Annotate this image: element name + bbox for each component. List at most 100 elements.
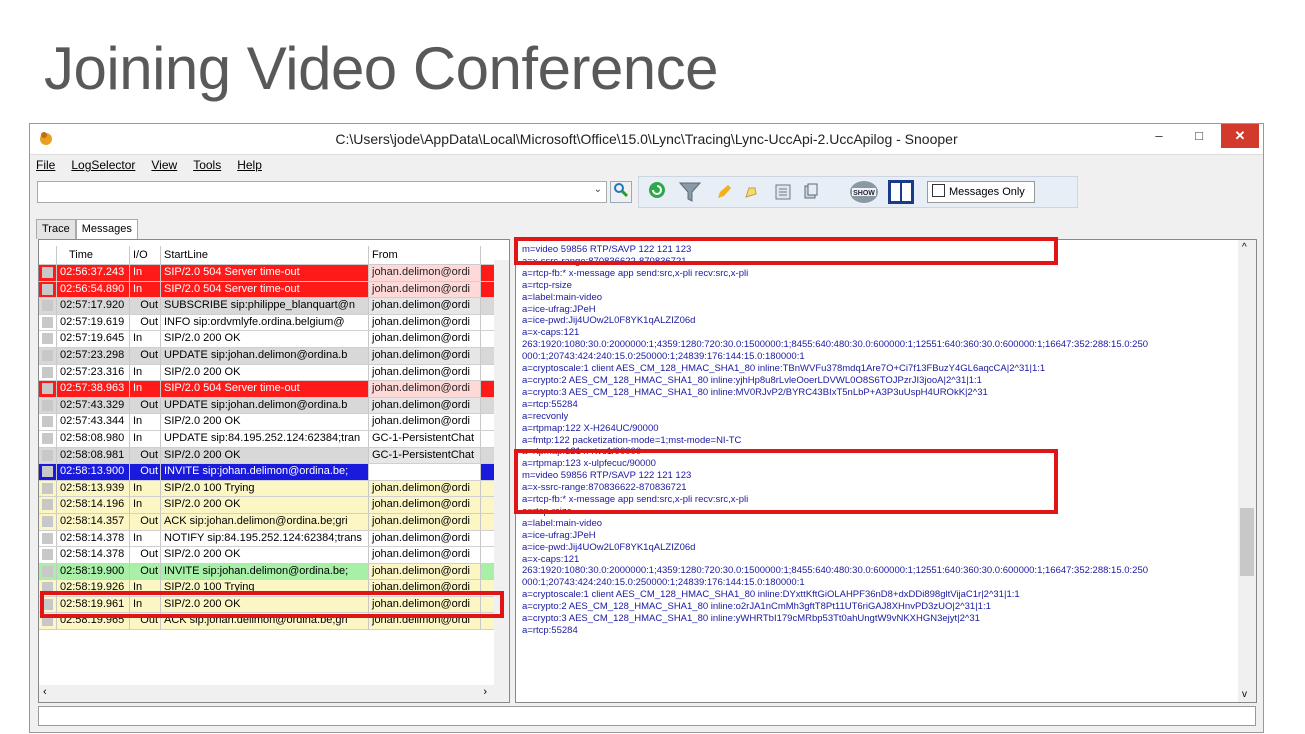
highlight-mline-top (514, 237, 1058, 265)
table-row[interactable]: 02:58:14.378 Out SIP/2.0 200 OK johan.delim… (39, 547, 509, 564)
table-row[interactable]: 02:57:23.298 Out UPDATE sip:johan.delimon@… (39, 347, 509, 365)
table-row[interactable]: 02:58:19.900 Out INVITE sip:johan.delimon@… (39, 563, 509, 581)
cell-startline: SIP/2.0 200 OK (161, 497, 369, 513)
sdp-line: a=x-caps:121 (522, 553, 580, 565)
chevron-down-icon[interactable]: ⌄ (594, 184, 602, 195)
horizontal-scrollbar[interactable]: ‹ › (39, 685, 509, 702)
scroll-down-icon[interactable]: v (1242, 689, 1247, 700)
clear-highlight-button[interactable] (740, 182, 762, 204)
show-button[interactable]: SHOW (848, 178, 878, 206)
cell-from: johan.delimon@ordi (369, 513, 481, 530)
tab-messages[interactable]: Messages (75, 219, 138, 239)
refresh-icon (649, 182, 665, 198)
split-view-button[interactable] (886, 178, 916, 206)
detail-vertical-scrollbar[interactable]: ^ v (1238, 240, 1256, 702)
cell-from: johan.delimon@ordi (369, 414, 481, 430)
scroll-right-icon[interactable]: › (483, 686, 487, 698)
table-row[interactable]: 02:57:43.344 In SIP/2.0 200 OK johan.delimo… (39, 414, 509, 431)
cell-time: 02:57:43.344 (57, 414, 130, 430)
table-row[interactable]: 02:58:08.981 Out SIP/2.0 200 OK GC-1-Persis… (39, 447, 509, 465)
header-from[interactable]: From (369, 246, 481, 264)
row-marker (42, 333, 53, 345)
sdp-line: a=crypto:3 AES_CM_128_HMAC_SHA1_80 inlin… (522, 386, 988, 398)
cell-startline: SIP/2.0 200 OK (161, 331, 369, 347)
menu-help[interactable]: Help (237, 158, 262, 172)
row-marker (42, 466, 53, 478)
table-row[interactable]: 02:56:37.243 In SIP/2.0 504 Server time-ou… (39, 265, 509, 282)
table-row[interactable]: 02:57:19.619 Out INFO sip:ordvmlyfe.ordina… (39, 314, 509, 332)
table-row[interactable]: 02:57:17.920 Out SUBSCRIBE sip:philippe_bl… (39, 298, 509, 315)
close-button[interactable]: ✕ (1221, 124, 1259, 148)
table-row[interactable]: 02:57:23.316 In SIP/2.0 200 OK johan.delimo… (39, 364, 509, 382)
scrollbar-thumb[interactable] (1240, 508, 1254, 576)
tab-trace[interactable]: Trace (36, 219, 76, 239)
menu-logselector[interactable]: LogSelector (71, 158, 135, 172)
row-selector (39, 563, 57, 580)
sdp-line: a=recvonly (522, 410, 569, 422)
row-marker (42, 300, 53, 312)
table-row[interactable]: 02:57:19.645 In SIP/2.0 200 OK johan.delimo… (39, 331, 509, 348)
row-selector (39, 447, 57, 464)
maximize-button[interactable]: □ (1179, 124, 1219, 148)
table-row[interactable]: 02:58:13.900 Out INVITE sip:johan.delimon@… (39, 464, 509, 481)
messages-only-checkbox[interactable]: Messages Only (927, 181, 1035, 203)
table-row[interactable]: 02:58:14.378 In NOTIFY sip:84.195.252.124:… (39, 530, 509, 548)
refresh-button[interactable] (644, 179, 670, 205)
filter-button[interactable] (676, 178, 704, 206)
cell-time: 02:58:14.196 (57, 497, 130, 513)
menu-tools[interactable]: Tools (193, 158, 221, 172)
cell-from: johan.delimon@ordi (369, 563, 481, 580)
row-marker (42, 499, 53, 511)
scroll-up-icon[interactable]: ^ (1242, 242, 1247, 253)
sdp-line: a=rtcp:55284 (522, 398, 578, 410)
scroll-left-icon[interactable]: ‹ (43, 686, 47, 698)
menu-file[interactable]: File (36, 158, 55, 172)
row-selector (39, 281, 57, 298)
row-selector (39, 480, 57, 497)
cell-time: 02:57:19.619 (57, 314, 130, 331)
minimize-button[interactable]: – (1139, 124, 1179, 148)
cell-io: In (130, 414, 161, 430)
row-selector (39, 347, 57, 364)
highlight-button[interactable] (713, 182, 735, 204)
header-io[interactable]: I/O (130, 246, 161, 264)
show-icon: SHOW (850, 181, 878, 203)
cell-from: johan.delimon@ordi (369, 281, 481, 298)
cell-startline: UPDATE sip:johan.delimon@ordina.b (161, 397, 369, 414)
cell-io: Out (130, 298, 161, 314)
details-button[interactable] (772, 182, 794, 204)
vertical-scrollbar[interactable] (494, 260, 509, 685)
title-bar: C:\Users\jode\AppData\Local\Microsoft\Of… (30, 124, 1263, 155)
tab-strip: Trace Messages (36, 219, 138, 239)
search-button[interactable] (610, 181, 632, 203)
sdp-line: a=label:main-video (522, 517, 603, 529)
table-row[interactable]: 02:58:14.196 In SIP/2.0 200 OK johan.delimo… (39, 497, 509, 514)
cell-from: johan.delimon@ordi (369, 547, 481, 563)
table-row[interactable]: 02:58:13.939 In SIP/2.0 100 Trying johan.de… (39, 480, 509, 498)
sdp-line: 000:1;20743:424:240:15.0:250000:1;24839:… (522, 351, 805, 363)
cell-io: In (130, 530, 161, 547)
cell-from: GC-1-PersistentChat (369, 447, 481, 464)
row-selector (39, 381, 57, 397)
cell-from: johan.delimon@ordi (369, 381, 481, 397)
header-time[interactable]: Time (57, 246, 130, 264)
sdp-line: a=ice-pwd:Jij4UOw2L0F8YK1qALZIZ06d (522, 315, 696, 327)
row-selector (39, 547, 57, 563)
cell-time: 02:58:08.980 (57, 430, 130, 447)
table-row[interactable]: 02:57:43.329 Out UPDATE sip:johan.delimon@… (39, 397, 509, 415)
highlight-invite-row (40, 591, 504, 618)
search-combobox[interactable]: ⌄ (37, 181, 607, 203)
document-icon (775, 184, 791, 200)
copy-button[interactable] (800, 182, 822, 204)
table-row[interactable]: 02:56:54.890 In SIP/2.0 504 Server time-ou… (39, 281, 509, 299)
cell-from: GC-1-PersistentChat (369, 430, 481, 447)
table-row[interactable]: 02:58:14.357 Out ACK sip:johan.delimon@ord… (39, 513, 509, 531)
checkbox-box[interactable] (932, 184, 945, 197)
sdp-line: a=rtcp:55284 (522, 625, 578, 636)
cell-io: Out (130, 563, 161, 580)
header-startline[interactable]: StartLine (161, 246, 369, 264)
table-row[interactable]: 02:58:08.980 In UPDATE sip:84.195.252.124:… (39, 430, 509, 448)
cell-io: In (130, 281, 161, 298)
menu-view[interactable]: View (151, 158, 177, 172)
table-row[interactable]: 02:57:38.963 In SIP/2.0 504 Server time-ou… (39, 381, 509, 398)
